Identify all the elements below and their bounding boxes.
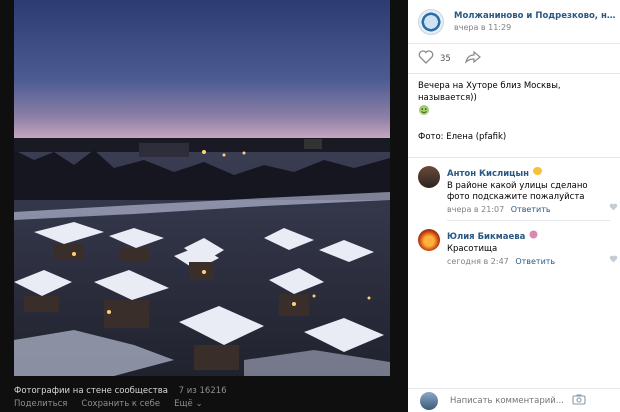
photo-counter: 7 из 16216	[178, 386, 227, 396]
comment-text: В районе какой улицы сделано фото подска…	[447, 181, 588, 202]
heart-icon[interactable]	[609, 255, 618, 266]
comment-time[interactable]: вчера в 21:07	[447, 205, 504, 214]
heart-icon[interactable]	[418, 50, 434, 67]
comment-time[interactable]: сегодня в 2:47	[447, 257, 509, 266]
share-arrow-icon[interactable]	[464, 50, 481, 67]
like-count: 35	[440, 53, 451, 64]
emoji-icon	[418, 105, 430, 119]
comment-box	[408, 388, 620, 412]
avatar	[420, 391, 438, 410]
comment: Юлия Бикмаева Красотища сегодня в 2:47 О…	[408, 221, 620, 266]
comment-input[interactable]	[450, 395, 568, 406]
comment-text: Красотища	[447, 244, 498, 254]
comment: Антон Кислицын В районе какой улицы сдел…	[408, 158, 620, 214]
camera-icon[interactable]	[572, 393, 586, 408]
comment-author[interactable]: Юлия Бикмаева	[447, 232, 525, 242]
cat-emoji-icon	[528, 230, 539, 242]
post-time[interactable]: вчера в 11:29	[454, 23, 619, 32]
photo-credit: Фото: Елена (pfafik)	[408, 120, 620, 158]
album-label[interactable]: Фотографии на стене сообщества	[14, 386, 168, 396]
photo-image	[14, 0, 390, 376]
more-button[interactable]: Ещё ⌄	[174, 399, 202, 409]
post-caption: Вечера на Хуторе близ Москвы, называется…	[418, 81, 561, 103]
post-actions: 35	[408, 44, 620, 74]
hand-emoji-icon	[532, 167, 543, 179]
heart-icon[interactable]	[609, 203, 618, 214]
group-name[interactable]: Молжаниново и Подрезково, наде...	[454, 11, 619, 21]
post-header: Молжаниново и Подрезково, наде... вчера …	[408, 0, 620, 44]
photo-viewer: Фотографии на стене сообщества 7 из 1621…	[0, 0, 408, 412]
save-button[interactable]: Сохранить к себе	[81, 399, 160, 409]
comment-author[interactable]: Антон Кислицын	[447, 169, 529, 179]
share-button[interactable]: Поделиться	[14, 399, 67, 409]
group-avatar[interactable]	[418, 8, 444, 35]
main-photo[interactable]	[14, 0, 390, 376]
avatar[interactable]	[418, 229, 440, 251]
post-text: Вечера на Хуторе близ Москвы, называется…	[408, 74, 620, 120]
reply-button[interactable]: Ответить	[511, 205, 551, 214]
post-sidebar: Молжаниново и Подрезково, наде... вчера …	[408, 0, 620, 412]
reply-button[interactable]: Ответить	[515, 257, 555, 266]
viewer-footer: Фотографии на стене сообщества 7 из 1621…	[14, 386, 394, 409]
avatar[interactable]	[418, 166, 440, 188]
